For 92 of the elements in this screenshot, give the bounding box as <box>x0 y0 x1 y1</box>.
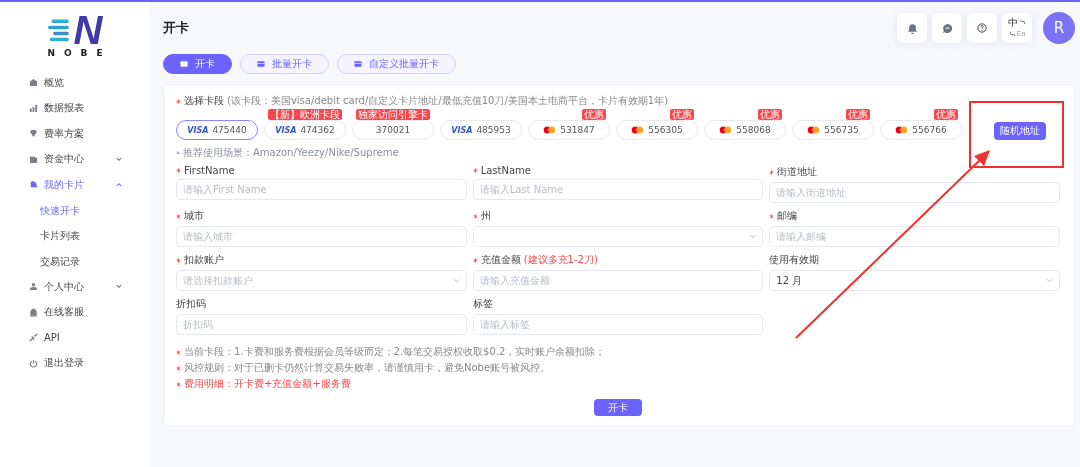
segment-badge: 优惠 <box>934 109 958 120</box>
chevron-icon <box>116 284 122 290</box>
field-label: LastName <box>480 165 531 176</box>
logo-wordmark: NOBE <box>47 48 112 58</box>
help-button[interactable] <box>967 13 997 43</box>
mastercard-icon <box>807 126 821 134</box>
recommended-usage: 推荐使用场景：Amazon/Yeezy/Nike/Supreme <box>183 146 399 160</box>
card-segment-option[interactable]: 556735 <box>792 120 874 140</box>
segment-hint: (该卡段：美国visa/debit card/自定义卡片地址/最低充值10刀/美国本土电商平台，卡片有效期1年) <box>227 94 669 108</box>
sidebar-item[interactable]: API <box>0 325 150 351</box>
segment-badge: 优惠 <box>582 109 606 120</box>
input-field[interactable]: 折扣码 <box>176 314 467 335</box>
sidebar-item[interactable]: 概览 <box>0 70 150 96</box>
mastercard-icon <box>631 126 645 134</box>
field-label: 选择卡段 <box>184 94 224 108</box>
chevron-icon <box>116 156 122 162</box>
note-text: 当前卡段：1.卡费和服务费根据会员等级而定；2.每笔交易授权收取$0.2，实时账户余额扣除； <box>184 345 606 359</box>
chevron-down-icon <box>452 278 460 283</box>
segment-badge: 【新】欧洲卡段 <box>268 109 342 120</box>
card-segment-option[interactable]: VISA 475440 <box>176 120 258 140</box>
sidebar-item[interactable]: 费率方案 <box>0 121 150 147</box>
sidebar-item[interactable]: 退出登录 <box>0 350 150 376</box>
tab[interactable]: 批量开卡 <box>240 54 329 74</box>
chevron-icon <box>116 182 122 188</box>
field-hint: (建议多充1-2刀) <box>523 253 598 267</box>
field-label: 扣款账户 <box>184 253 224 267</box>
submenu-item[interactable]: 快速开卡 <box>0 197 150 223</box>
note-text: 费用明细：开卡费+充值金额+服务费 <box>184 377 351 391</box>
chevron-down-icon <box>749 234 757 239</box>
asterisk-icon <box>176 151 180 155</box>
segment-badge: 独家访问引擎卡 <box>356 109 430 120</box>
power-icon <box>29 358 38 368</box>
link-icon <box>29 333 38 343</box>
submenu-item[interactable]: 交易记录 <box>0 248 150 274</box>
sidebar-item[interactable]: 个人中心 <box>0 274 150 300</box>
field-label: 使用有效期 <box>769 253 820 267</box>
sidebar-item[interactable]: 我的卡片 <box>0 172 150 198</box>
note-text: 风控规则：对于已删卡仍然计算交易失败率，请谨慎用卡，避免Nobe账号被风控。 <box>184 361 551 375</box>
input-field[interactable]: 请输入充值金额 <box>472 270 764 291</box>
input-field[interactable]: 请输入城市 <box>176 226 467 247</box>
input-field[interactable]: 请输入Last Name <box>472 179 764 200</box>
field-label: 州 <box>480 209 491 223</box>
segment-badge: 优惠 <box>758 109 782 120</box>
card-icon <box>180 60 189 68</box>
card-segment-option[interactable]: VISA 485953 <box>440 120 522 140</box>
home-icon <box>29 78 38 88</box>
mastercard-icon <box>895 126 909 134</box>
segment-badge: 优惠 <box>846 109 870 120</box>
tab[interactable]: 自定义批量开卡 <box>337 54 456 74</box>
segment-badge: 优惠 <box>670 109 694 120</box>
chat-bubble-icon <box>941 22 953 34</box>
sidebar-item[interactable]: 在线客服 <box>0 299 150 325</box>
field-label: 邮编 <box>777 209 798 223</box>
gem-icon <box>29 129 38 139</box>
mastercard-icon <box>543 126 557 134</box>
help-icon <box>977 23 987 33</box>
user-avatar[interactable]: R <box>1043 12 1075 44</box>
input-field[interactable]: 请输入标签 <box>472 314 764 335</box>
asterisk-icon <box>176 349 181 355</box>
page-title: 开卡 <box>163 19 189 37</box>
person-icon <box>29 282 38 292</box>
input-field[interactable]: 请输入邮编 <box>769 226 1060 247</box>
tab[interactable]: 开卡 <box>163 54 232 74</box>
card-segment-option[interactable]: 556305 <box>616 120 698 140</box>
message-button[interactable] <box>932 13 962 43</box>
chevron-down-icon <box>1046 278 1053 283</box>
card-segment-option[interactable]: VISA 474362 <box>264 120 346 140</box>
select-field[interactable] <box>472 226 764 247</box>
select-field[interactable]: 12 月 <box>769 270 1060 291</box>
field-label: 充值金额 <box>480 253 521 267</box>
notification-button[interactable] <box>897 13 927 43</box>
mastercard-icon <box>719 126 733 134</box>
random-address-button[interactable]: 随机地址 <box>994 122 1046 140</box>
logo-mark: N <box>73 12 103 48</box>
submit-button[interactable]: 开卡 <box>594 399 642 416</box>
field-label: FirstName <box>184 165 235 176</box>
asterisk-icon <box>176 381 181 387</box>
card-segment-option[interactable]: 558068 <box>704 120 786 140</box>
card-segment-option[interactable]: 370021 <box>352 120 434 140</box>
field-label: 标签 <box>472 297 493 311</box>
sidebar-item[interactable]: 数据报表 <box>0 95 150 121</box>
card-segment-option[interactable]: 556766 <box>880 120 962 140</box>
bar-chart-icon <box>29 103 38 113</box>
sidebar-item[interactable]: 资金中心 <box>0 146 150 172</box>
submenu-item[interactable]: 卡片列表 <box>0 223 150 249</box>
input-field[interactable]: 请输入First Name <box>176 179 467 200</box>
asterisk-icon <box>176 365 181 371</box>
field-label: 城市 <box>184 209 204 223</box>
card-segment-option[interactable]: 531847 <box>528 120 610 140</box>
field-label: 街道地址 <box>777 165 818 179</box>
bell-icon <box>905 21 919 35</box>
field-label: 折扣码 <box>176 297 206 311</box>
